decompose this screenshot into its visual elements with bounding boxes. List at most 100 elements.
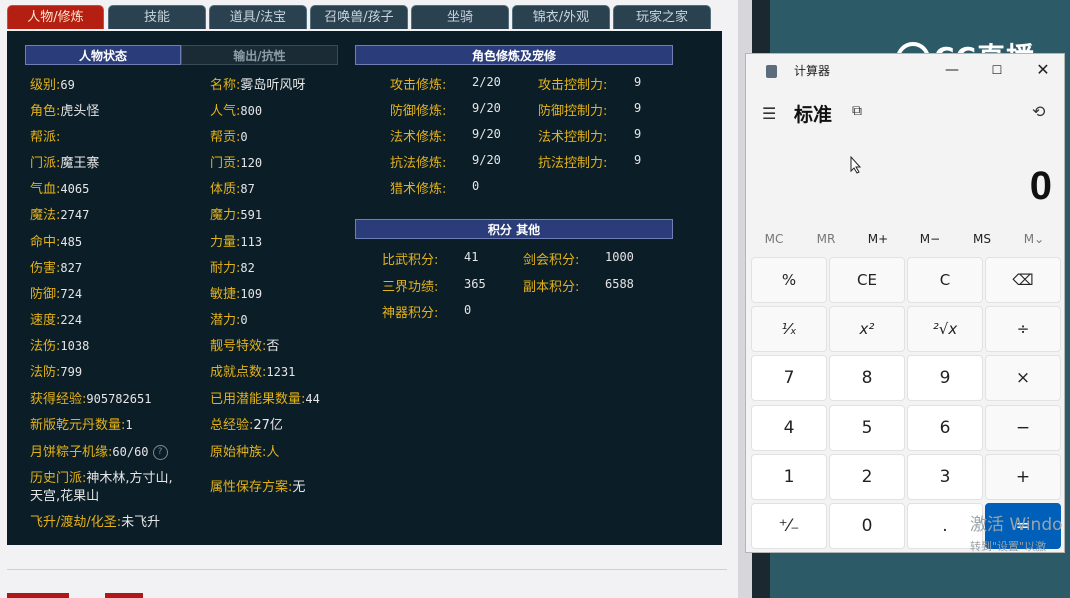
stat-value: 120: [240, 156, 263, 170]
stat-row: 速度:224: [30, 309, 82, 328]
stat-row: 已用潜能果数量:44: [210, 388, 320, 407]
stat-value: 1038: [60, 339, 90, 353]
mode-title: 标准: [794, 104, 833, 126]
square-button[interactable]: x²: [829, 306, 905, 352]
cultivation-value: 9/20: [472, 153, 501, 167]
score-value: 41: [464, 250, 479, 264]
digit-5-button[interactable]: 5: [829, 405, 905, 451]
menu-icon[interactable]: ☰: [762, 104, 776, 123]
memory-list-button[interactable]: M⌄: [1010, 232, 1058, 246]
stat-label: 法防:: [30, 365, 61, 380]
stat-label: 剑会积分:: [523, 253, 580, 268]
help-icon[interactable]: ?: [152, 445, 168, 460]
stat-label: 抗法修炼:: [390, 156, 447, 171]
cultivation-value: 9: [634, 101, 642, 115]
stat-value: 雾岛听风呀: [240, 78, 306, 93]
stat-label: 体质:: [210, 182, 241, 197]
memory-subtract-button[interactable]: M−: [906, 232, 954, 246]
stat-row: 防御:724: [30, 283, 82, 302]
cultivation-value: 9: [634, 153, 642, 167]
cultivation-header: 角色修炼及宠修: [355, 45, 673, 65]
digit-9-button[interactable]: 9: [907, 355, 983, 401]
clear-button[interactable]: C: [907, 257, 983, 303]
stat-label: 名称:: [210, 78, 241, 93]
stat-row-history: 历史门派:神木林,方寸山,: [30, 467, 173, 486]
digit-0-button[interactable]: 0: [829, 503, 905, 549]
stat-value: 否: [266, 339, 280, 354]
cultivation-value: 9/20: [472, 127, 501, 141]
digit-7-button[interactable]: 7: [751, 355, 827, 401]
stat-label: 新版乾元丹数量:: [30, 418, 126, 433]
tab-character[interactable]: 人物/修炼: [7, 5, 104, 29]
score-value: 365: [464, 277, 486, 291]
stat-value: 4065: [60, 182, 90, 196]
stat-row-history-cont: 天宫,花果山: [30, 485, 99, 504]
negate-button[interactable]: ⁺⁄₋: [751, 503, 827, 549]
tab-outfits[interactable]: 锦衣/外观: [512, 5, 610, 29]
backspace-button[interactable]: ⌫: [985, 257, 1061, 303]
reciprocal-button[interactable]: ¹⁄ₓ: [751, 306, 827, 352]
memory-add-button[interactable]: M+: [854, 232, 902, 246]
keep-on-top-icon[interactable]: ⧉: [852, 103, 862, 119]
stat-label: 神器积分:: [382, 306, 439, 321]
tab-summons[interactable]: 召唤兽/孩子: [310, 5, 408, 29]
stat-value: 591: [240, 208, 263, 222]
cultivation-label: 抗法修炼:: [390, 152, 446, 171]
minimize-button[interactable]: —: [942, 60, 962, 80]
stat-value: 无: [292, 480, 306, 495]
multiply-button[interactable]: ×: [985, 355, 1061, 401]
stat-label: 比武积分:: [382, 253, 439, 268]
stat-label: 飞升/渡劫/化圣:: [30, 515, 122, 530]
percent-button[interactable]: %: [751, 257, 827, 303]
cultivation-value: 9: [634, 127, 642, 141]
stat-row: 月饼粽子机缘:60/60?: [30, 441, 168, 460]
digit-4-button[interactable]: 4: [751, 405, 827, 451]
tab-mounts[interactable]: 坐骑: [411, 5, 509, 29]
maximize-button[interactable]: ☐: [987, 60, 1007, 80]
stat-value: 天宫,花果山: [30, 489, 100, 504]
stat-label: 命中:: [30, 235, 61, 250]
stat-row: 新版乾元丹数量:1: [30, 414, 133, 433]
stat-label: 法术控制力:: [538, 130, 608, 145]
clear-entry-button[interactable]: CE: [829, 257, 905, 303]
digit-2-button[interactable]: 2: [829, 454, 905, 500]
stat-label: 原始种族:: [210, 445, 267, 460]
stat-row: 门派:魔王寨: [30, 152, 99, 171]
cultivation-value: 9: [634, 75, 642, 89]
title-bar[interactable]: 计算器 — ☐ ✕: [746, 54, 1064, 88]
score-value: 0: [464, 303, 472, 317]
memory-recall-button[interactable]: MR: [802, 232, 850, 246]
stat-row: 总经验:27亿: [210, 414, 283, 433]
digit-1-button[interactable]: 1: [751, 454, 827, 500]
tab-skills[interactable]: 技能: [108, 5, 206, 29]
tab-home[interactable]: 玩家之家: [613, 5, 711, 29]
stat-label: 已用潜能果数量:: [210, 392, 306, 407]
history-icon[interactable]: ⟲: [1032, 102, 1045, 121]
output-resistance-header[interactable]: 输出/抗性: [181, 45, 338, 65]
stat-label: 伤害:: [30, 261, 61, 276]
status-header[interactable]: 人物状态: [25, 45, 181, 65]
divide-button[interactable]: ÷: [985, 306, 1061, 352]
memory-clear-button[interactable]: MC: [750, 232, 798, 246]
red-button[interactable]: [105, 593, 143, 598]
tab-items[interactable]: 道具/法宝: [209, 5, 307, 29]
stat-label: 防御修炼:: [390, 104, 447, 119]
red-button[interactable]: [7, 593, 69, 598]
square-root-button[interactable]: ²√x: [907, 306, 983, 352]
digit-3-button[interactable]: 3: [907, 454, 983, 500]
stat-row: 原始种族:人: [210, 441, 279, 460]
subtract-button[interactable]: −: [985, 405, 1061, 451]
stat-value: 224: [60, 313, 83, 327]
stat-label: 月饼粽子机缘:: [30, 445, 113, 460]
game-page: 人物/修炼 技能 道具/法宝 召唤兽/孩子 坐骑 锦衣/外观 玩家之家 人物状态…: [0, 0, 738, 598]
stat-row: 敏捷:109: [210, 283, 262, 302]
calculator-app-icon: [766, 65, 777, 78]
digit-8-button[interactable]: 8: [829, 355, 905, 401]
stat-row: 靓号特效:否: [210, 335, 279, 354]
memory-store-button[interactable]: MS: [958, 232, 1006, 246]
close-button[interactable]: ✕: [1033, 60, 1053, 80]
digit-6-button[interactable]: 6: [907, 405, 983, 451]
stat-row: 名称:雾岛听风呀: [210, 74, 305, 93]
add-button[interactable]: +: [985, 454, 1061, 500]
stat-value: 113: [240, 235, 263, 249]
